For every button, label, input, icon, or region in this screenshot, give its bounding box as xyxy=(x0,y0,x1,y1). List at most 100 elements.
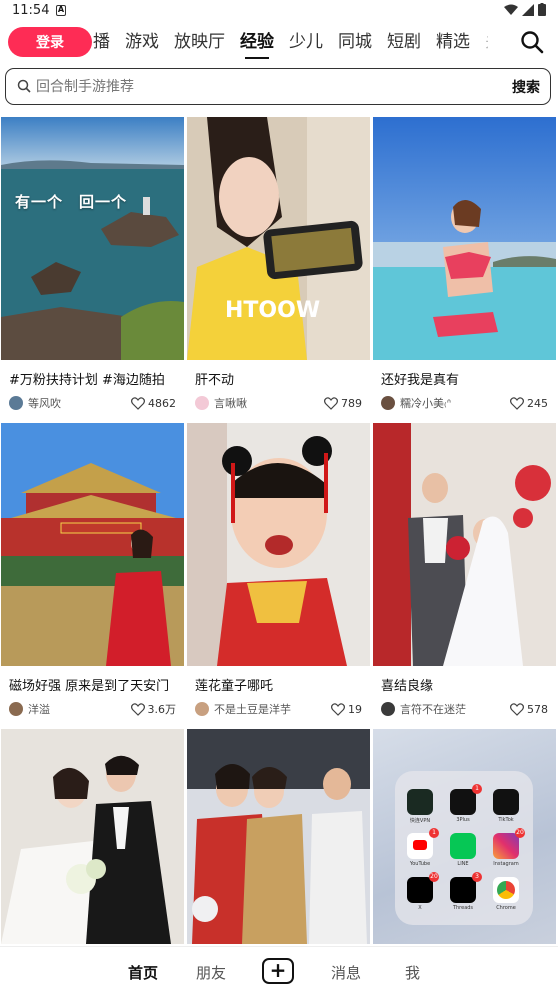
card-meta: 糯冷小美₍ᐢ 245 xyxy=(373,390,556,416)
heart-icon xyxy=(130,702,145,716)
feed-card[interactable] xyxy=(1,729,184,944)
feed-card[interactable]: 快连VPN 1 3Plus TikTok 1 YouTube LINE 20 I… xyxy=(373,729,556,944)
top-navigation: 登录 播 游戏 放映厅 经验 少儿 同城 短剧 精选 关 xyxy=(0,24,558,62)
feed-card[interactable]: 还好我是真有 糯冷小美₍ᐢ 245 xyxy=(373,117,556,416)
like-count[interactable]: 4862 xyxy=(131,397,176,410)
tab-cinema[interactable]: 放映厅 xyxy=(174,24,225,62)
app-label: Chrome xyxy=(496,905,516,911)
nav-friends[interactable]: 朋友 xyxy=(196,962,226,983)
app-folder: 快连VPN 1 3Plus TikTok 1 YouTube LINE 20 I… xyxy=(395,771,533,925)
tab-games[interactable]: 游戏 xyxy=(125,24,159,62)
tab-short-drama[interactable]: 短剧 xyxy=(387,24,421,62)
avatar[interactable] xyxy=(381,702,395,716)
like-number: 789 xyxy=(341,396,362,410)
like-number: 4862 xyxy=(148,396,176,410)
card-thumbnail[interactable] xyxy=(187,423,370,666)
tab-experience[interactable]: 经验 xyxy=(240,24,274,62)
feed-card[interactable]: 莲花童子哪吒 不是土豆是洋芋 19 xyxy=(187,423,370,722)
card-thumbnail[interactable]: HTOOW xyxy=(187,117,370,360)
app-label: 快连VPN xyxy=(409,818,431,824)
tab-live[interactable]: 播 xyxy=(93,24,110,62)
avatar[interactable] xyxy=(381,396,395,410)
like-count[interactable]: 578 xyxy=(510,703,548,716)
card-thumbnail[interactable] xyxy=(1,729,184,944)
card-thumbnail[interactable]: 有一个 回一个 xyxy=(1,117,184,360)
search-button[interactable]: 搜索 xyxy=(512,77,540,97)
card-meta: 言啾啾 789 xyxy=(187,390,370,416)
category-tabs: 播 游戏 放映厅 经验 少儿 同城 短剧 精选 关 xyxy=(93,24,488,62)
app-label: TikTok xyxy=(498,817,514,823)
tab-follow[interactable]: 关 xyxy=(485,24,488,62)
card-meta: 不是土豆是洋芋 19 xyxy=(187,696,370,722)
card-thumbnail[interactable] xyxy=(373,117,556,360)
app-label: Threads xyxy=(452,905,474,911)
battery-icon xyxy=(538,3,546,16)
svg-text:HTOOW: HTOOW xyxy=(225,298,320,323)
like-count[interactable]: 789 xyxy=(324,397,362,410)
heart-icon xyxy=(510,702,524,716)
chrome-app-icon xyxy=(493,877,519,903)
card-thumbnail[interactable] xyxy=(1,423,184,666)
vpn-app-icon xyxy=(407,789,433,815)
notification-badge: 1 xyxy=(472,784,482,794)
like-number: 3.6万 xyxy=(147,703,177,716)
avatar[interactable] xyxy=(195,702,209,716)
card-thumbnail[interactable] xyxy=(373,423,556,666)
app-label: Instagram xyxy=(493,861,519,867)
card-thumbnail[interactable] xyxy=(187,729,370,944)
app-label: X xyxy=(418,905,422,911)
child-nezha-photo xyxy=(187,423,370,666)
tab-kids[interactable]: 少儿 xyxy=(289,24,323,62)
author-name[interactable]: 不是土豆是洋芋 xyxy=(214,701,331,717)
heart-icon xyxy=(131,396,145,410)
like-count[interactable]: 3.6万 xyxy=(130,701,177,717)
feed-card[interactable] xyxy=(187,729,370,944)
feed-card[interactable]: 有一个 回一个 #万粉扶持计划 #海边随拍 等风吹 4862 xyxy=(1,117,184,416)
heart-icon xyxy=(510,396,524,410)
seaside-photo xyxy=(1,117,184,360)
search-small-icon xyxy=(17,79,31,93)
youtube-app-icon xyxy=(407,833,433,859)
author-name[interactable]: 糯冷小美₍ᐢ xyxy=(400,395,510,411)
create-post-button[interactable]: + xyxy=(262,958,294,984)
nav-messages[interactable]: 消息 xyxy=(331,962,361,983)
threads-app-icon xyxy=(450,877,476,903)
app-label: LINE xyxy=(457,861,469,867)
heart-icon xyxy=(324,396,338,410)
card-meta: 等风吹 4862 xyxy=(1,390,184,416)
feed-card[interactable]: 喜结良缘 言符不在迷茫 578 xyxy=(373,423,556,722)
search-input[interactable] xyxy=(36,76,476,98)
avatar[interactable] xyxy=(9,702,23,716)
card-caption: 磁场好强 原来是到了天安门 xyxy=(9,679,170,694)
author-name[interactable]: 洋溢 xyxy=(28,701,131,717)
login-button[interactable]: 登录 xyxy=(8,27,92,57)
like-count[interactable]: 245 xyxy=(510,397,548,410)
like-number: 245 xyxy=(527,396,548,410)
search-bar[interactable]: 搜索 xyxy=(5,68,551,105)
status-bar: 11:54 A xyxy=(0,0,558,22)
author-name[interactable]: 言啾啾 xyxy=(214,395,324,411)
feed-card[interactable]: 磁场好强 原来是到了天安门 洋溢 3.6万 xyxy=(1,423,184,722)
avatar[interactable] xyxy=(195,396,209,410)
couple-photo xyxy=(1,729,184,944)
tab-featured[interactable]: 精选 xyxy=(436,24,470,62)
author-name[interactable]: 言符不在迷茫 xyxy=(400,701,510,717)
avatar[interactable] xyxy=(9,396,23,410)
like-number: 19 xyxy=(348,702,362,716)
bottom-navigation: 首页 朋友 + 消息 我 xyxy=(0,946,558,997)
tab-local[interactable]: 同城 xyxy=(338,24,372,62)
notification-a-icon: A xyxy=(56,5,66,16)
3plus-app-icon xyxy=(450,789,476,815)
search-icon[interactable] xyxy=(520,30,544,54)
author-name[interactable]: 等风吹 xyxy=(28,395,131,411)
notification-badge: 20 xyxy=(429,872,439,882)
feed-card[interactable]: HTOOW 肝不动 言啾啾 789 xyxy=(187,117,370,416)
like-count[interactable]: 19 xyxy=(331,703,362,716)
card-caption: 肝不动 xyxy=(195,373,235,388)
card-caption: 莲花童子哪吒 xyxy=(195,679,274,694)
nav-home[interactable]: 首页 xyxy=(128,962,158,983)
card-meta: 洋溢 3.6万 xyxy=(1,696,184,722)
card-thumbnail[interactable]: 快连VPN 1 3Plus TikTok 1 YouTube LINE 20 I… xyxy=(373,729,556,944)
app-label: 3Plus xyxy=(456,817,470,823)
nav-me[interactable]: 我 xyxy=(405,962,420,983)
